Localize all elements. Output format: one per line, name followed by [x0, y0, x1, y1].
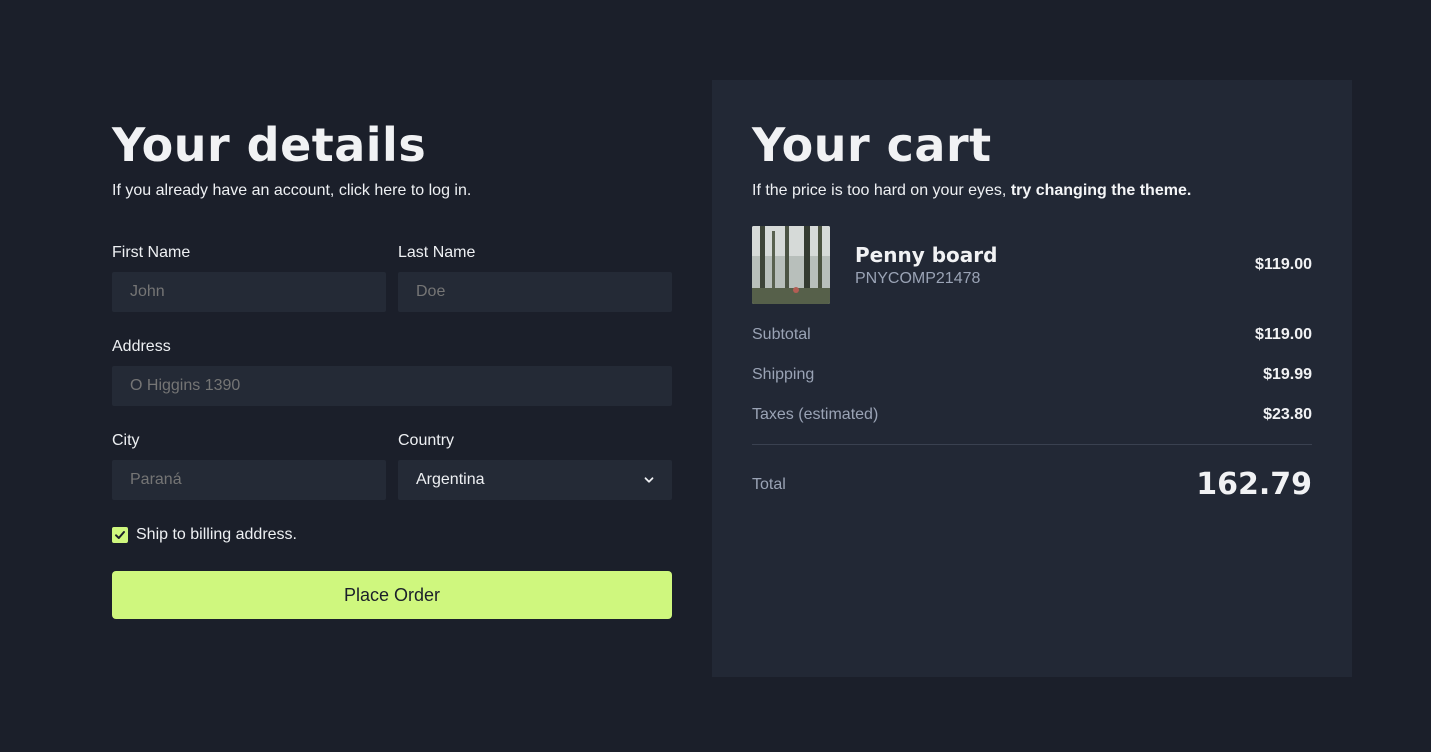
cart-item-info: Penny board PNYCOMP21478 [855, 243, 1255, 288]
ship-billing-checkbox[interactable] [112, 527, 128, 543]
ship-billing-row[interactable]: Ship to billing address. [112, 526, 672, 544]
first-name-input[interactable] [112, 272, 386, 312]
details-section: Your details If you already have an acco… [112, 118, 672, 619]
item-price: $119.00 [1255, 256, 1312, 273]
forest-image-icon [752, 226, 830, 304]
address-field: Address [112, 338, 672, 406]
last-name-input[interactable] [398, 272, 672, 312]
taxes-row: Taxes (estimated) $23.80 [752, 406, 1312, 446]
place-order-button[interactable]: Place Order [112, 571, 672, 619]
subtotal-row: Subtotal $119.00 [752, 326, 1312, 366]
subtotal-label: Subtotal [752, 326, 811, 343]
taxes-label: Taxes (estimated) [752, 406, 879, 423]
theme-hint-text: If the price is too hard on your eyes, [752, 182, 1011, 199]
forest-image [752, 226, 830, 304]
shipping-row: Shipping $19.99 [752, 366, 1312, 406]
shipping-label: Shipping [752, 366, 815, 383]
name-row: First Name Last Name [112, 244, 672, 312]
subtotal-value: $119.00 [1255, 326, 1312, 343]
change-theme-link[interactable]: try changing the theme. [1011, 182, 1191, 199]
location-row: City Country Argentina [112, 432, 672, 500]
login-hint[interactable]: If you already have an account, click he… [112, 182, 672, 200]
item-sku: PNYCOMP21478 [855, 269, 981, 287]
first-name-label: First Name [112, 244, 191, 261]
item-name: Penny board [855, 242, 998, 267]
checkout-page: Your details If you already have an acco… [0, 0, 1431, 752]
cart-title: Your cart [752, 118, 992, 172]
first-name-field: First Name [112, 244, 386, 312]
country-value: Argentina [416, 471, 485, 488]
chevron-down-icon [644, 477, 654, 483]
city-label: City [112, 432, 140, 449]
country-label: Country [398, 432, 455, 449]
country-field: Country Argentina [398, 432, 672, 500]
last-name-label: Last Name [398, 244, 476, 261]
cart-panel: Your cart If the price is too hard on yo… [712, 80, 1352, 677]
address-input[interactable] [112, 366, 672, 406]
address-label: Address [112, 338, 171, 355]
country-select[interactable]: Argentina [398, 460, 672, 500]
cart-item: Penny board PNYCOMP21478 $119.00 [752, 226, 1312, 304]
total-row: Total 162.79 [752, 467, 1312, 502]
city-input[interactable] [112, 460, 386, 500]
theme-hint: If the price is too hard on your eyes, t… [752, 182, 1312, 200]
last-name-field: Last Name [398, 244, 672, 312]
ship-billing-label: Ship to billing address. [136, 526, 297, 543]
cart-summary: Subtotal $119.00 Shipping $19.99 Taxes (… [752, 326, 1312, 446]
total-label: Total [752, 475, 786, 493]
details-title: Your details [112, 118, 427, 172]
total-value: 162.79 [1196, 467, 1312, 502]
taxes-value: $23.80 [1263, 406, 1312, 423]
checkmark-icon [115, 531, 125, 539]
shipping-value: $19.99 [1263, 366, 1312, 383]
city-field: City [112, 432, 386, 500]
summary-divider [752, 444, 1312, 445]
